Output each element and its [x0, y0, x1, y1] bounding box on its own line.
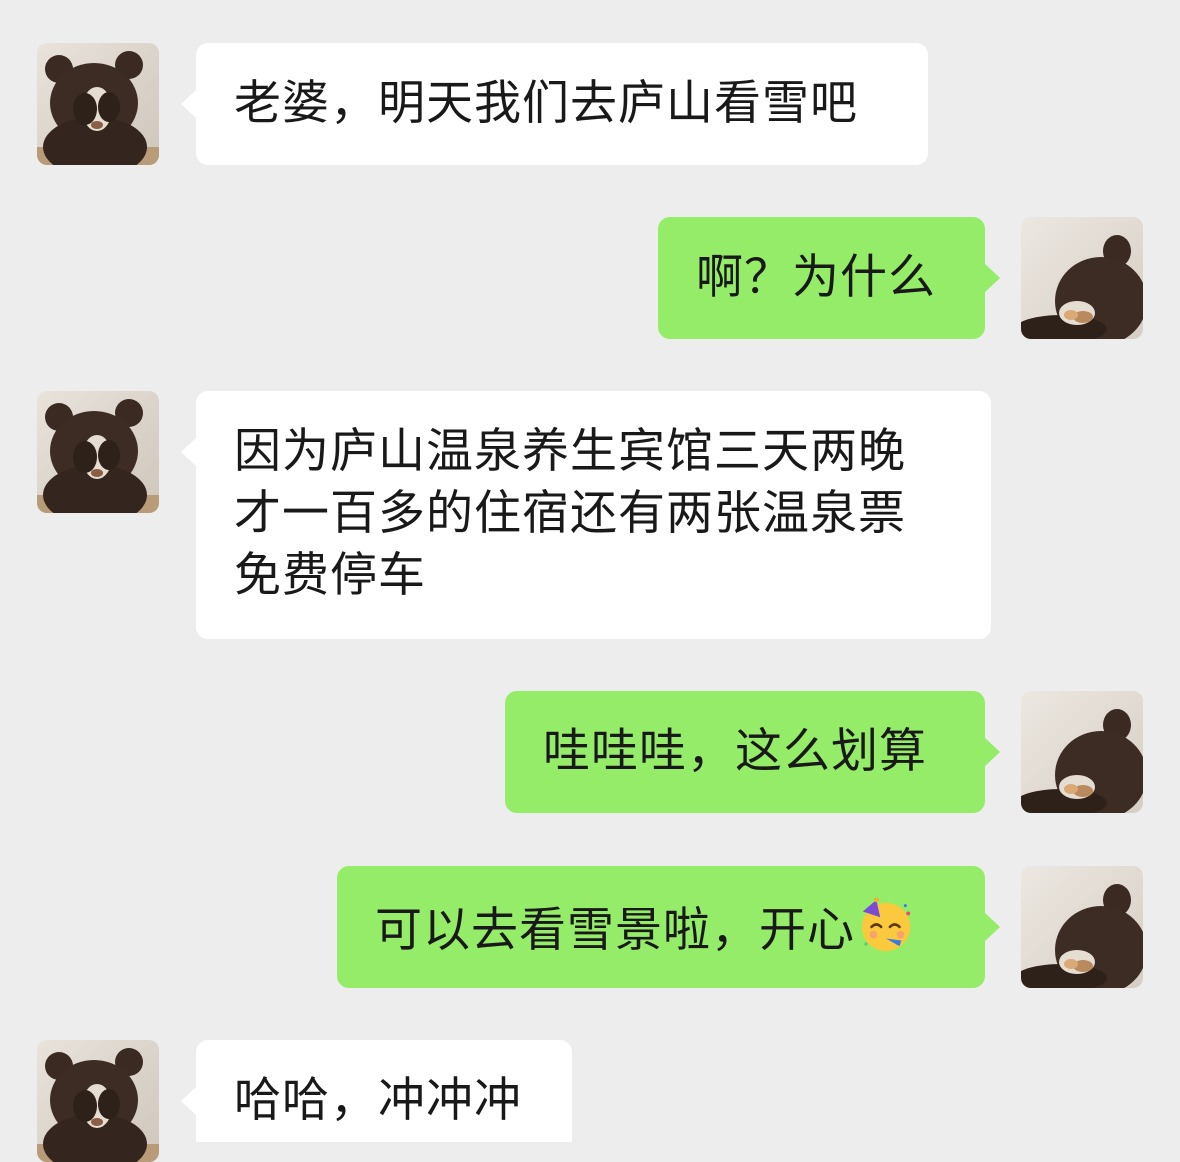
message-bubble[interactable]: 可以去看雪景啦，开心 [337, 866, 1000, 988]
my-avatar[interactable] [1021, 691, 1143, 813]
bear-covering-face-avatar [37, 391, 159, 513]
partying-face-emoji-icon [857, 896, 915, 954]
message-bubble[interactable]: 啊？为什么 [658, 217, 1000, 339]
bear-lying-down-avatar [1021, 866, 1143, 988]
bear-covering-face-avatar [37, 1040, 159, 1162]
bear-covering-face-avatar [37, 43, 159, 165]
my-avatar[interactable] [1021, 217, 1143, 339]
contact-avatar[interactable] [37, 391, 159, 513]
contact-avatar[interactable] [37, 1040, 159, 1162]
message-bubble[interactable]: 老婆，明天我们去庐山看雪吧 [181, 43, 928, 165]
message-bubble[interactable]: 哇哇哇，这么划算 [505, 691, 1000, 813]
contact-avatar[interactable] [37, 43, 159, 165]
bear-lying-down-avatar [1021, 217, 1143, 339]
bear-lying-down-avatar [1021, 691, 1143, 813]
message-bubble[interactable]: 因为庐山温泉养生宾馆三天两晚 才一百多的住宿还有两张温泉票 免费停车 [181, 391, 991, 639]
my-avatar[interactable] [1021, 866, 1143, 988]
message-bubble[interactable]: 哈哈，冲冲冲 [181, 1040, 572, 1142]
message-text: 可以去看雪景啦，开心 [375, 903, 855, 958]
